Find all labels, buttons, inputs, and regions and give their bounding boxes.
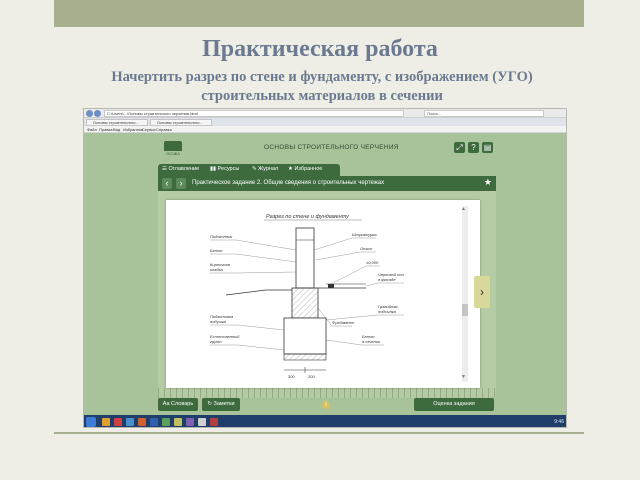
label-foundation: Фундамент <box>332 320 355 325</box>
label-preparation-2: подушка <box>210 319 227 324</box>
grade-task-button[interactable]: Оценка задания <box>414 398 494 411</box>
ruler-strip <box>158 388 496 398</box>
tab-journal-label: Журнал <box>258 166 279 172</box>
browser-tab[interactable]: Основы строительного... <box>86 119 148 126</box>
browser-tab[interactable]: Основы строительного... <box>150 119 212 126</box>
slide-bottom-rule <box>54 432 584 434</box>
panel-header: ‹ › Практическое задание 2. Общие сведен… <box>158 176 496 191</box>
excel-icon[interactable] <box>162 418 170 426</box>
viewer-icon[interactable] <box>174 418 182 426</box>
generic-icon[interactable] <box>210 418 218 426</box>
drawing-scrollbar[interactable]: ▲ ▼ <box>461 206 468 382</box>
back-icon[interactable] <box>86 110 93 117</box>
menu-item[interactable]: Файл <box>87 127 97 132</box>
generic-icon[interactable] <box>198 418 206 426</box>
dictionary-label: Словарь <box>171 401 194 407</box>
browser-icon[interactable] <box>126 418 134 426</box>
scroll-up-icon[interactable]: ▲ <box>461 206 466 212</box>
app-title: ОСНОВЫ СТРОИТЕЛЬНОГО ЧЕРЧЕНИЯ <box>264 144 399 151</box>
menu-item[interactable]: Вид <box>113 127 120 132</box>
dim-200: 200 <box>308 374 315 379</box>
label-soil-2: грунт <box>210 339 222 344</box>
book-icon <box>164 141 182 151</box>
menu-item[interactable]: Справка <box>156 127 172 132</box>
notes-button[interactable]: ▤ <box>482 142 493 153</box>
footing-shape <box>283 317 327 355</box>
tab-journal[interactable]: ✎ Журнал <box>252 166 278 172</box>
screenshot-frame: C:\Users\...\Основы строительного черчен… <box>83 108 567 428</box>
label-slab-2: в фасаде <box>378 277 396 282</box>
start-icon[interactable] <box>86 417 96 427</box>
forward-icon[interactable] <box>94 110 101 117</box>
tab-favorites-label: Избранное <box>294 166 323 172</box>
taskbar: 9:46 <box>84 415 566 427</box>
browser-menu-bar: Файл Правка Вид Избранное Сервис Справка <box>84 126 566 133</box>
menu-item[interactable]: Сервис <box>142 127 156 132</box>
wall-shape <box>295 227 315 289</box>
app-icon[interactable] <box>114 418 122 426</box>
foundation-shape <box>291 287 319 319</box>
slide-title: Практическая работа <box>202 36 438 62</box>
slide-top-bar <box>54 0 584 27</box>
help-button[interactable]: ? <box>468 142 479 153</box>
app-logo: ОСЧБА <box>158 141 188 157</box>
tab-contents-label: Оглавление <box>168 166 200 172</box>
logo-text: ОСЧБА <box>166 151 180 156</box>
menu-item[interactable]: Правка <box>99 127 113 132</box>
panel-title: Практическое задание 2. Общие сведения о… <box>192 180 385 186</box>
notes-link-button[interactable]: ↻ Заметки <box>202 398 240 411</box>
section-drawing: Разрез по стене и фундаменту 300 200 Под… <box>210 214 404 379</box>
drawing-title: Разрез по стене и фундаменту <box>266 214 350 220</box>
info-icon[interactable]: i <box>322 401 330 409</box>
label-concrete: Бетон <box>210 248 223 253</box>
slide-subtitle: Начертить разрез по стене и фундаменту, … <box>111 69 533 104</box>
scroll-thumb[interactable] <box>462 304 468 316</box>
fullscreen-button[interactable]: ⤢ <box>454 142 465 153</box>
clock: 9:46 <box>554 419 564 425</box>
drawing-card: Разрез по стене и фундаменту 300 200 Под… <box>166 200 480 388</box>
next-page-arrow[interactable]: › <box>474 276 490 308</box>
browser-tabs: Основы строительного... Основы строитель… <box>84 118 566 126</box>
prev-button[interactable]: ‹ <box>162 178 172 189</box>
label-fill-2: подсыпка <box>378 309 397 314</box>
browser-address-bar: C:\Users\...\Основы строительного черчен… <box>84 109 566 118</box>
scroll-down-icon[interactable]: ▼ <box>461 374 466 380</box>
menu-item[interactable]: Избранное <box>123 127 143 132</box>
address-input[interactable]: C:\Users\...\Основы строительного черчен… <box>104 110 404 117</box>
label-plaster: Штукатурка <box>352 232 377 237</box>
label-zero-mark: ±0,000 <box>366 260 379 265</box>
next-button[interactable]: › <box>176 178 186 189</box>
powerpoint-icon[interactable] <box>138 418 146 426</box>
folder-icon[interactable] <box>102 418 110 426</box>
label-concrete-section-2: в сечении <box>362 339 381 344</box>
tab-contents[interactable]: ☰ Оглавление <box>162 166 199 172</box>
footing-base <box>283 353 327 361</box>
label-brick-2: кладка <box>210 267 223 272</box>
dim-300: 300 <box>288 374 295 379</box>
label-opening: Подоконник <box>210 234 233 239</box>
notes-label: Заметки <box>213 401 235 407</box>
word-icon[interactable] <box>150 418 158 426</box>
tab-resources[interactable]: ▮▮ Ресурсы <box>210 166 239 172</box>
label-slope: Откос <box>360 246 373 251</box>
favorite-star-icon[interactable]: ★ <box>484 177 492 188</box>
browser-search-input[interactable]: Поиск... <box>424 110 544 117</box>
tab-favorites[interactable]: ★ Избранное <box>288 166 322 172</box>
dictionary-button[interactable]: Aa Словарь <box>158 398 198 411</box>
app-tabs: ☰ Оглавление ▮▮ Ресурсы ✎ Журнал ★ Избра… <box>158 164 340 176</box>
tab-resources-label: Ресурсы <box>217 166 240 172</box>
media-icon[interactable] <box>186 418 194 426</box>
